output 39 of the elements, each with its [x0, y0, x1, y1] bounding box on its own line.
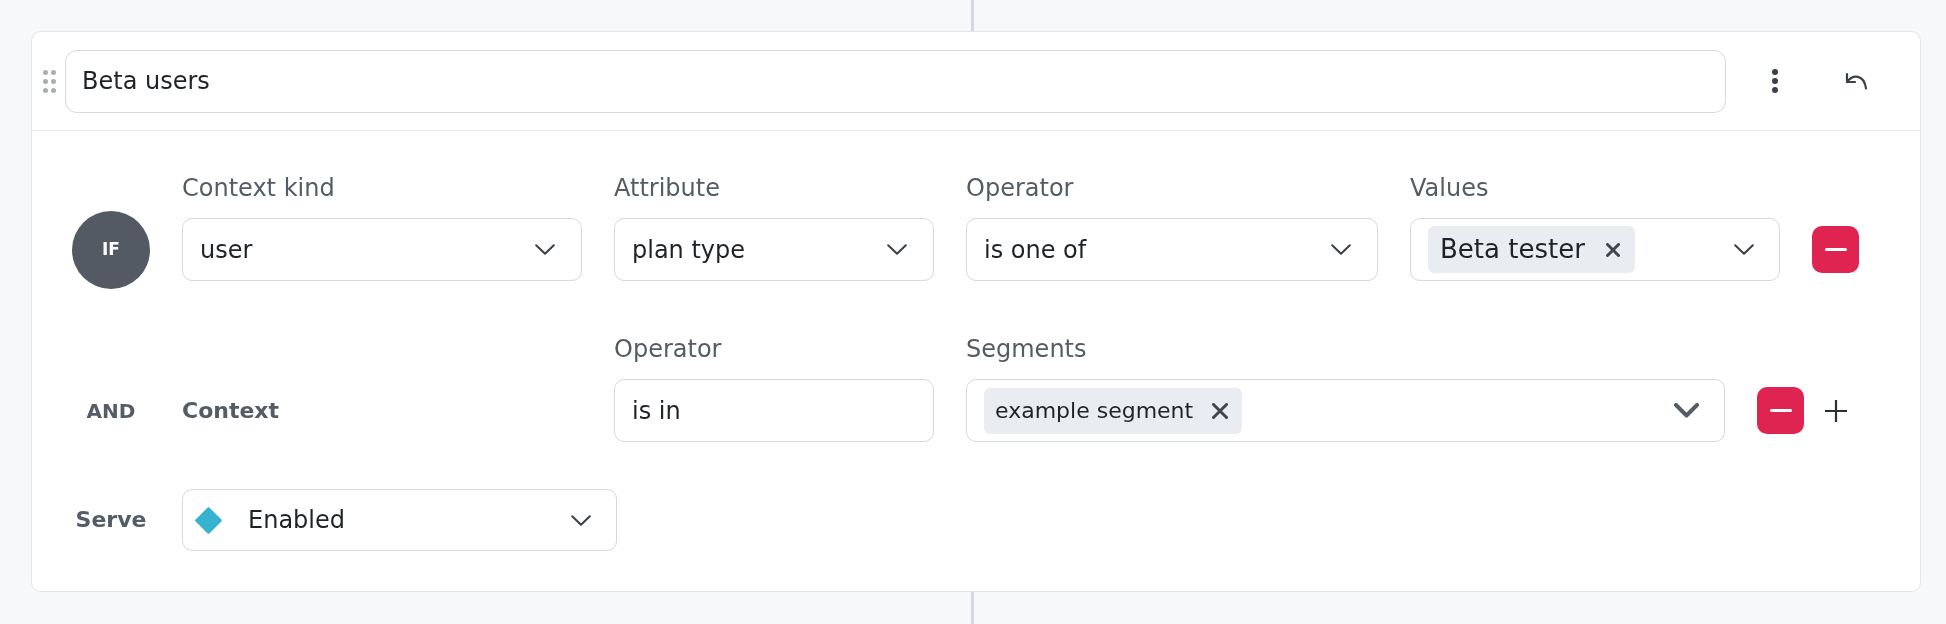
minus-icon — [1824, 248, 1847, 251]
minus-icon — [1769, 409, 1792, 412]
field-label: Operator — [614, 334, 723, 365]
diamond-icon — [195, 506, 222, 534]
context-label: Context — [182, 396, 280, 425]
chevron-down-icon — [1734, 244, 1754, 255]
connector-line — [971, 592, 974, 624]
dropdown[interactable]: plan type — [614, 218, 934, 281]
condition-label: AND — [86, 398, 136, 423]
dropdown[interactable]: Enabled — [182, 489, 617, 551]
chevron-down-icon — [571, 514, 591, 526]
chip-label: example segment — [995, 397, 1194, 425]
field-label: Segments — [966, 334, 1088, 365]
chevron-down-icon — [1674, 403, 1699, 418]
chip-label: Beta tester — [1440, 233, 1585, 266]
field-label: Values — [1410, 173, 1490, 204]
condition-badge: IF — [72, 210, 150, 289]
remove-button[interactable] — [1757, 387, 1804, 434]
rule-name-input[interactable]: Beta users — [65, 49, 1726, 113]
connector-line — [971, 0, 974, 31]
field-label: Attribute — [614, 173, 721, 204]
chevron-down-icon — [887, 244, 907, 255]
close-icon[interactable] — [1605, 242, 1620, 257]
field-label: Operator — [966, 173, 1075, 204]
serve-label: Serve — [75, 506, 147, 534]
text-field[interactable]: is in — [614, 379, 934, 442]
dropdown[interactable]: is one of — [966, 218, 1378, 281]
chevron-down-icon — [535, 244, 555, 255]
multi-select-field[interactable]: example segment — [966, 379, 1725, 442]
plus-icon[interactable] — [1824, 399, 1847, 422]
close-icon[interactable] — [1212, 402, 1229, 419]
more-vertical-icon[interactable] — [1772, 69, 1778, 93]
drag-handle-icon[interactable] — [43, 69, 56, 93]
remove-button[interactable] — [1812, 226, 1859, 273]
dropdown[interactable]: user — [182, 218, 582, 281]
field-label: Context kind — [182, 173, 336, 204]
undo-icon[interactable] — [1845, 72, 1868, 90]
multi-select-field[interactable]: Beta tester — [1410, 218, 1780, 281]
chevron-down-icon — [1331, 244, 1351, 255]
